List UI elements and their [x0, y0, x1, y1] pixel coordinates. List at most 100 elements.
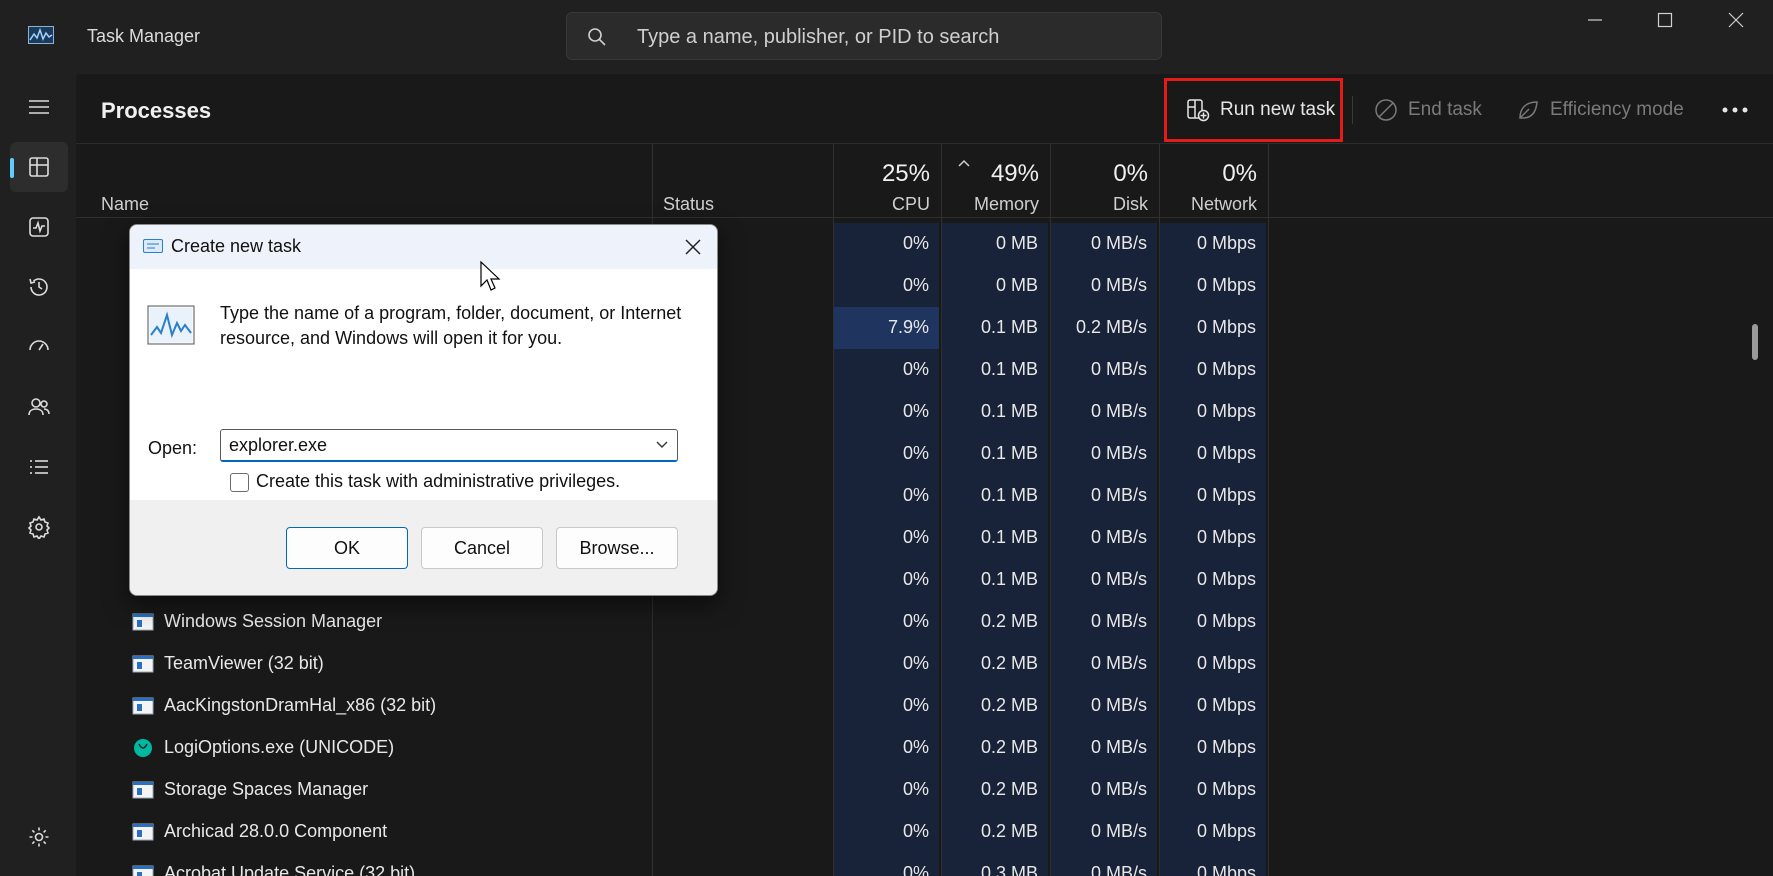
- settings-icon: [29, 827, 49, 847]
- task-manager-icon: [147, 305, 195, 345]
- disk-cell: 0 MB/s: [1051, 853, 1158, 876]
- cpu-label: CPU: [891, 194, 930, 214]
- cpu-cell: 7.9%: [834, 307, 940, 349]
- close-icon: [1728, 12, 1744, 28]
- nav-startup-apps[interactable]: [10, 322, 68, 372]
- leaf-icon: [1519, 101, 1538, 119]
- cpu-cell: 0%: [834, 727, 940, 769]
- network-label: Network: [1190, 194, 1257, 214]
- end-task-button[interactable]: End task: [1374, 94, 1482, 126]
- network-cell: 0 Mbps: [1160, 685, 1267, 727]
- network-cell: 0 Mbps: [1160, 727, 1267, 769]
- more-options-button[interactable]: [1721, 94, 1749, 126]
- nav-app-history[interactable]: [10, 262, 68, 312]
- open-input-value[interactable]: explorer.exe: [229, 435, 327, 456]
- network-cell: 0 Mbps: [1160, 223, 1267, 265]
- network-cell: 0 Mbps: [1160, 307, 1267, 349]
- table-row[interactable]: Storage Spaces Manager 0% 0.2 MB 0 MB/s 0 Mb…: [76, 769, 1773, 811]
- maximize-icon: [1657, 12, 1673, 28]
- logi-options-icon: [134, 739, 152, 757]
- scrollbar-thumb[interactable]: [1752, 324, 1758, 360]
- process-name: TeamViewer (32 bit): [164, 653, 324, 673]
- dialog-close-button[interactable]: [681, 235, 705, 259]
- nav-menu-button[interactable]: [10, 82, 68, 132]
- table-row[interactable]: Archicad 28.0.0 Component 0% 0.2 MB 0 MB/s 0…: [76, 811, 1773, 853]
- cancel-button[interactable]: Cancel: [421, 527, 543, 569]
- memory-cell: 0.3 MB: [942, 853, 1049, 876]
- memory-cell: 0.1 MB: [942, 433, 1049, 475]
- table-row[interactable]: AacKingstonDramHal_x86 (32 bit) 0% 0.2 MB 0…: [76, 685, 1773, 727]
- create-new-task-dialog: Create new task Type the name of a progr…: [129, 224, 718, 596]
- table-row[interactable]: LogiOptions.exe (UNICODE) 0% 0.2 MB 0 MB/s 0…: [76, 727, 1773, 769]
- process-icon: [132, 781, 154, 799]
- nav-processes[interactable]: [10, 142, 68, 192]
- table-row[interactable]: Windows Session Manager 0% 0.2 MB 0 MB/s 0 M…: [76, 601, 1773, 643]
- network-total: 0%: [1222, 160, 1257, 187]
- nav-settings[interactable]: [10, 812, 68, 862]
- network-cell: 0 Mbps: [1160, 769, 1267, 811]
- memory-cell: 0.2 MB: [942, 643, 1049, 685]
- network-cell: 0 Mbps: [1160, 349, 1267, 391]
- process-icon: [132, 823, 154, 841]
- network-cell: 0 Mbps: [1160, 559, 1267, 601]
- admin-privileges-checkbox[interactable]: [230, 473, 249, 492]
- browse-button[interactable]: Browse...: [556, 527, 678, 569]
- run-new-task-button[interactable]: Run new task: [1186, 94, 1335, 126]
- memory-cell: 0.2 MB: [942, 769, 1049, 811]
- column-cpu[interactable]: 25% CPU: [834, 144, 940, 217]
- process-name: LogiOptions.exe (UNICODE): [164, 737, 395, 757]
- network-cell: 0 Mbps: [1160, 853, 1267, 876]
- disk-label: Disk: [1113, 194, 1148, 214]
- table-row[interactable]: TeamViewer (32 bit) 0% 0.2 MB 0 MB/s 0 Mbps: [76, 643, 1773, 685]
- minimize-icon: [1588, 19, 1602, 21]
- services-icon: [27, 515, 51, 539]
- column-disk[interactable]: 0% Disk: [1051, 144, 1158, 217]
- cpu-cell: 0%: [834, 685, 940, 727]
- memory-cell: 0 MB: [942, 223, 1049, 265]
- cpu-cell: 0%: [834, 811, 940, 853]
- nav-users[interactable]: [10, 382, 68, 432]
- column-memory[interactable]: 49% Memory: [942, 144, 1049, 217]
- nav-services[interactable]: [10, 502, 68, 552]
- column-status[interactable]: Status: [663, 194, 714, 215]
- memory-cell: 0.1 MB: [942, 349, 1049, 391]
- efficiency-mode-button[interactable]: Efficiency mode: [1516, 94, 1684, 126]
- run-new-task-icon: [1187, 99, 1210, 122]
- nav-details[interactable]: [10, 442, 68, 492]
- cpu-cell: 0%: [834, 223, 940, 265]
- disk-cell: 0 MB/s: [1051, 643, 1158, 685]
- network-cell: 0 Mbps: [1160, 643, 1267, 685]
- cpu-cell: 0%: [834, 769, 940, 811]
- left-nav: [0, 74, 76, 876]
- process-icon: [132, 613, 154, 631]
- minimize-button[interactable]: [1572, 12, 1618, 36]
- sort-ascending-icon: [958, 159, 970, 167]
- chevron-down-icon[interactable]: [655, 440, 669, 450]
- process-name: Archicad 28.0.0 Component: [164, 821, 388, 841]
- memory-cell: 0 MB: [942, 265, 1049, 307]
- search-box[interactable]: Type a name, publisher, or PID to search: [566, 12, 1162, 60]
- admin-privileges-label[interactable]: Create this task with administrative pri…: [256, 471, 620, 492]
- nav-performance[interactable]: [10, 202, 68, 252]
- ok-button[interactable]: OK: [286, 527, 408, 569]
- dialog-description: Type the name of a program, folder, docu…: [220, 303, 682, 348]
- memory-cell: 0.1 MB: [942, 307, 1049, 349]
- cpu-cell: 0%: [834, 601, 940, 643]
- details-icon: [30, 460, 48, 474]
- disk-cell: 0 MB/s: [1051, 727, 1158, 769]
- disk-cell: 0 MB/s: [1051, 475, 1158, 517]
- close-window-button[interactable]: [1713, 12, 1759, 36]
- disk-cell: 0.2 MB/s: [1051, 307, 1158, 349]
- disk-cell: 0 MB/s: [1051, 391, 1158, 433]
- disk-cell: 0 MB/s: [1051, 433, 1158, 475]
- open-label: Open:: [148, 438, 198, 458]
- network-cell: 0 Mbps: [1160, 475, 1267, 517]
- column-network[interactable]: 0% Network: [1160, 144, 1267, 217]
- column-name[interactable]: Name: [101, 194, 149, 215]
- open-combobox[interactable]: explorer.exe: [220, 429, 678, 462]
- table-row[interactable]: Acrobat Update Service (32 bit) 0% 0.3 MB 0…: [76, 853, 1773, 876]
- network-cell: 0 Mbps: [1160, 517, 1267, 559]
- maximize-button[interactable]: [1642, 12, 1688, 36]
- menu-icon: [29, 100, 49, 114]
- startup-apps-icon: [29, 340, 49, 351]
